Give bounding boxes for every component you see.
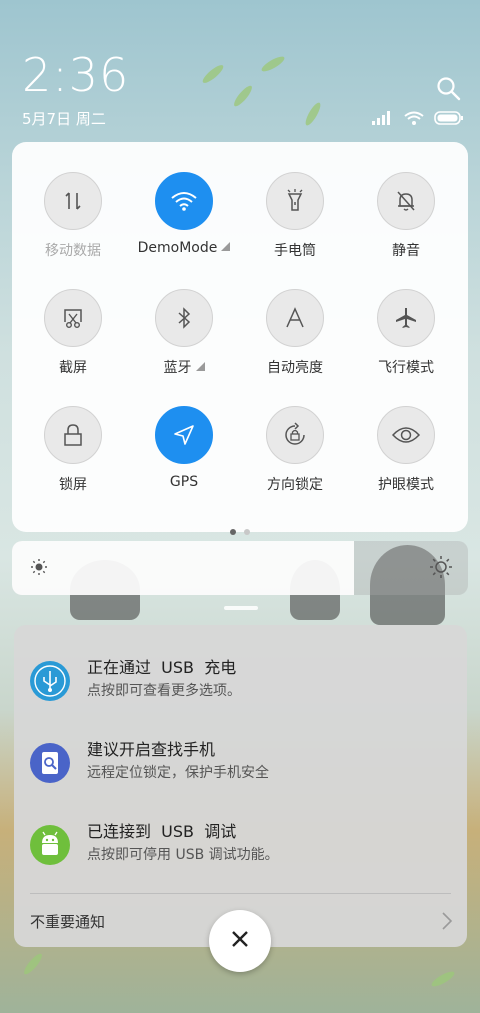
- notification-usb-debugging[interactable]: 已连接到 USB 调试 点按即可停用 USB 调试功能。: [14, 815, 467, 885]
- auto-brightness-icon: [266, 289, 324, 347]
- tile-flashlight[interactable]: 手电筒: [239, 172, 351, 260]
- clock[interactable]: 2:36: [22, 48, 129, 102]
- tile-label: 方向锁定: [267, 477, 323, 493]
- tile-airplane[interactable]: 飞行模式: [350, 289, 462, 377]
- tile-label: 静音: [392, 243, 420, 259]
- tile-screenshot[interactable]: 截屏: [17, 289, 129, 377]
- tile-label: 手电筒: [274, 243, 316, 259]
- quick-settings-panel: 移动数据 DemoMode 手电筒 静音 截屏 蓝牙 自动亮度 飞行模式 锁屏 …: [12, 142, 468, 535]
- notification-find-phone[interactable]: 建议开启查找手机 远程定位锁定，保护手机安全: [14, 733, 467, 803]
- tile-label: DemoMode: [137, 240, 218, 256]
- mute-bell-icon: [377, 172, 435, 230]
- rotation-lock-icon: [266, 406, 324, 464]
- find-phone-icon: [30, 743, 70, 783]
- brightness-fill: [12, 541, 354, 595]
- flashlight-icon: [266, 172, 324, 230]
- tile-label: 移动数据: [45, 243, 101, 259]
- date[interactable]: 5月7日 周二: [22, 108, 106, 129]
- tile-eye-care[interactable]: 护眼模式: [350, 406, 462, 494]
- tile-label: 护眼模式: [378, 477, 434, 493]
- status-bar: 2:36 5月7日 周二: [0, 0, 480, 135]
- tile-label: 蓝牙: [163, 360, 192, 376]
- battery-icon: [434, 110, 464, 129]
- drag-handle[interactable]: [224, 606, 258, 610]
- tile-label: 飞行模式: [378, 360, 434, 376]
- tile-demomode-wifi[interactable]: DemoMode: [128, 172, 240, 256]
- notification-usb-charging[interactable]: 正在通过 USB 充电 点按即可查看更多选项。: [14, 651, 467, 721]
- chevron-right-icon[interactable]: [441, 911, 453, 935]
- tile-rotation-lock[interactable]: 方向锁定: [239, 406, 351, 494]
- wifi-icon: [404, 110, 424, 129]
- brightness-slider[interactable]: [12, 541, 468, 595]
- tile-auto-brightness[interactable]: 自动亮度: [239, 289, 351, 377]
- eye-icon: [377, 406, 435, 464]
- expand-triangle-icon[interactable]: [221, 242, 231, 251]
- tile-bluetooth[interactable]: 蓝牙: [128, 289, 240, 377]
- tile-mute[interactable]: 静音: [350, 172, 462, 260]
- usb-icon: [30, 661, 70, 701]
- notification-body: 远程定位锁定，保护手机安全: [87, 765, 269, 781]
- lock-icon: [44, 406, 102, 464]
- notification-body: 点按即可查看更多选项。: [87, 683, 241, 699]
- notification-title: 正在通过 USB 充电: [87, 658, 237, 677]
- android-icon: [30, 825, 70, 865]
- tile-lock-screen[interactable]: 锁屏: [17, 406, 129, 494]
- page-dot-2[interactable]: [244, 529, 250, 535]
- tile-label: 截屏: [59, 360, 87, 376]
- wifi-icon: [155, 172, 213, 230]
- divider: [30, 893, 451, 894]
- unimportant-notifications-link[interactable]: 不重要通知: [30, 911, 105, 932]
- notification-panel: 正在通过 USB 充电 点按即可查看更多选项。 建议开启查找手机 远程定位锁定，…: [14, 625, 467, 947]
- tile-label: GPS: [169, 474, 199, 490]
- notification-title: 建议开启查找手机: [87, 740, 216, 759]
- close-icon: [231, 930, 249, 952]
- notification-body: 点按即可停用 USB 调试功能。: [87, 847, 279, 863]
- screenshot-icon: [44, 289, 102, 347]
- bluetooth-icon: [155, 289, 213, 347]
- tile-mobile-data[interactable]: 移动数据: [17, 172, 129, 260]
- airplane-icon: [377, 289, 435, 347]
- tile-label: 自动亮度: [267, 360, 323, 376]
- expand-triangle-icon[interactable]: [195, 362, 205, 371]
- signal-icon: [372, 110, 394, 129]
- notification-title: 已连接到 USB 调试: [87, 822, 237, 841]
- clear-notifications-button[interactable]: [209, 910, 271, 972]
- tile-label: 锁屏: [59, 477, 87, 493]
- brightness-low-icon: [30, 558, 48, 580]
- mobile-data-icon: [44, 172, 102, 230]
- search-icon[interactable]: [436, 76, 462, 102]
- page-dot-1[interactable]: [230, 529, 236, 535]
- location-arrow-icon: [155, 406, 213, 464]
- page-indicator: [12, 520, 468, 539]
- brightness-high-icon: [430, 556, 452, 582]
- tile-gps[interactable]: GPS: [128, 406, 240, 490]
